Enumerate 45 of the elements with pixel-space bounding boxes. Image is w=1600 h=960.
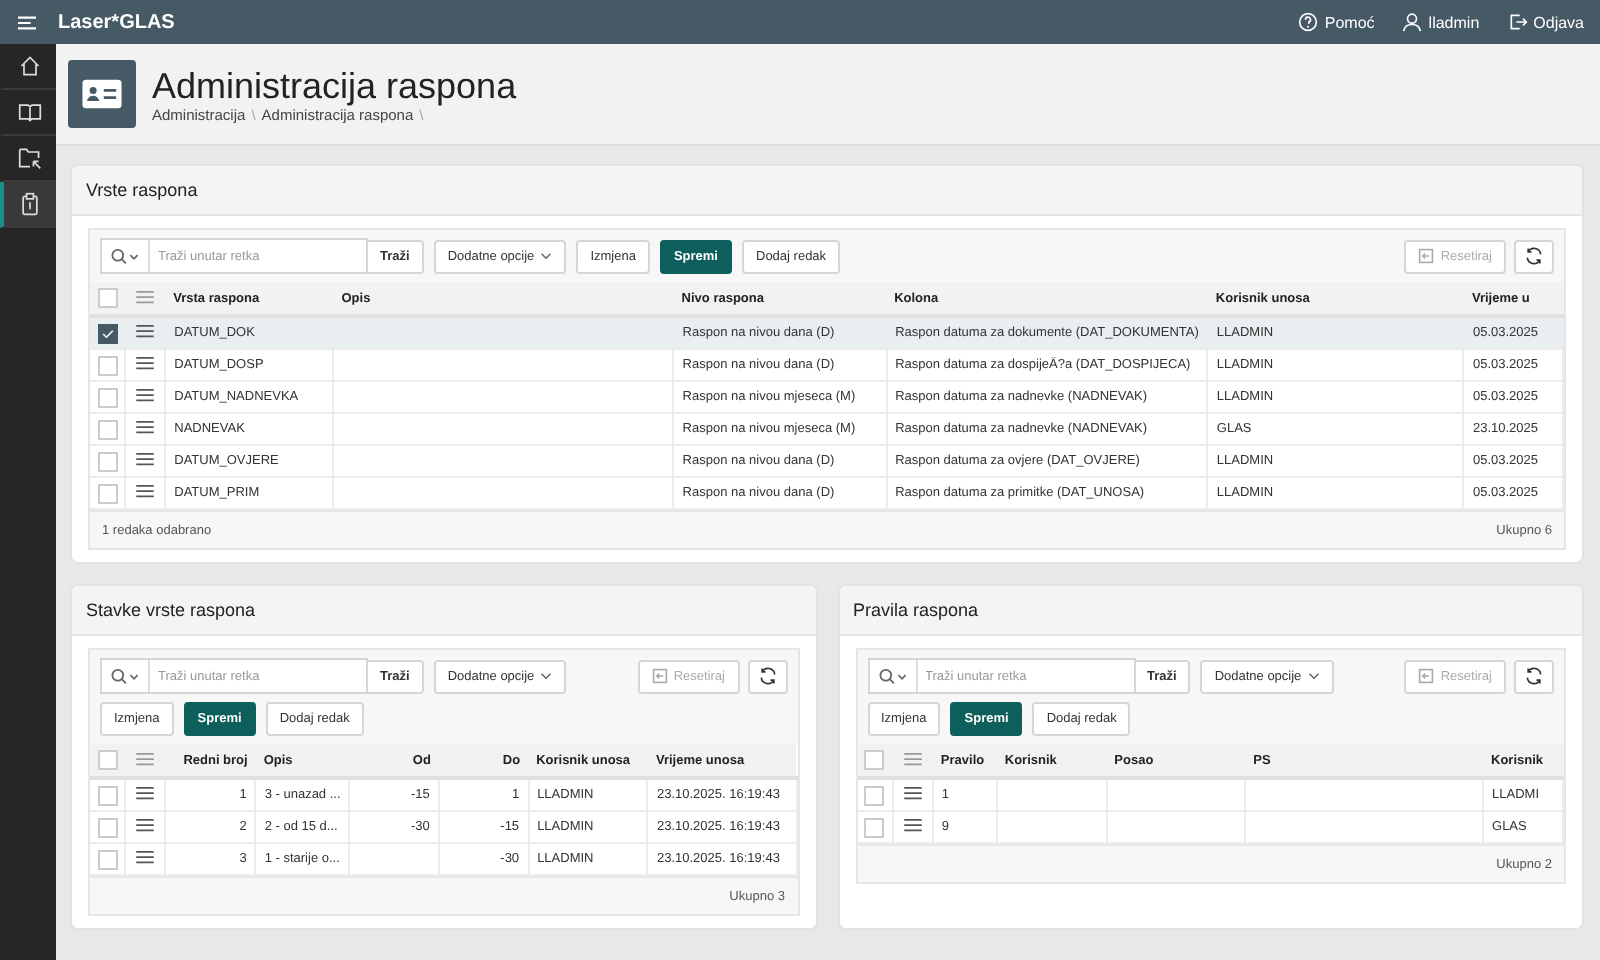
caret-icon — [1307, 672, 1320, 680]
row-menu-icon[interactable] — [136, 420, 155, 434]
book-icon — [18, 100, 42, 124]
panel-title: Pravila raspona — [853, 600, 979, 620]
refresh-button[interactable] — [1514, 659, 1554, 693]
row-menu-icon[interactable] — [136, 452, 155, 466]
logout-icon — [1507, 12, 1528, 32]
caret-icon — [540, 252, 553, 260]
row-menu-icon[interactable] — [136, 356, 155, 370]
refresh-icon — [757, 666, 777, 686]
refresh-icon — [1524, 246, 1544, 266]
panel-title: Stavke vrste raspona — [86, 600, 256, 620]
help-link[interactable]: Pomoć — [1298, 12, 1375, 32]
reset-icon — [1418, 248, 1435, 264]
page-title: Administracija raspona — [152, 65, 517, 105]
refresh-button[interactable] — [747, 659, 787, 693]
refresh-icon — [1524, 666, 1544, 686]
help-icon — [1298, 12, 1319, 32]
panel-title: Vrste raspona — [86, 180, 198, 200]
folder-arrow-icon — [18, 146, 42, 170]
sidebar-item[interactable] — [0, 182, 56, 228]
app-brand: Laser*GLAS — [58, 11, 175, 33]
row-menu-icon[interactable] — [136, 324, 155, 338]
reset-icon — [1418, 668, 1435, 684]
refresh-button[interactable] — [1514, 239, 1554, 273]
id-card-icon — [68, 60, 136, 128]
row-checkbox[interactable] — [97, 323, 118, 343]
caret-icon — [540, 672, 553, 680]
logout-link[interactable]: Odjava — [1507, 12, 1584, 32]
select-all-checkbox[interactable] — [864, 750, 885, 770]
clipboard-icon — [18, 192, 42, 216]
row-menu-icon[interactable] — [903, 818, 922, 832]
select-all-checkbox[interactable] — [97, 288, 118, 308]
reset-icon — [651, 668, 668, 684]
user-link[interactable]: lladmin — [1402, 12, 1480, 32]
row-menu-icon[interactable] — [903, 786, 922, 800]
row-menu-icon[interactable] — [136, 786, 155, 800]
row-menu-icon[interactable] — [136, 388, 155, 402]
row-menu-icon[interactable] — [136, 818, 155, 832]
row-menu-icon[interactable] — [136, 484, 155, 498]
menu-icon[interactable] — [16, 13, 38, 31]
user-icon — [1402, 12, 1423, 32]
home-icon — [18, 54, 42, 78]
row-menu-icon[interactable] — [136, 850, 155, 864]
select-all-checkbox[interactable] — [97, 750, 118, 770]
